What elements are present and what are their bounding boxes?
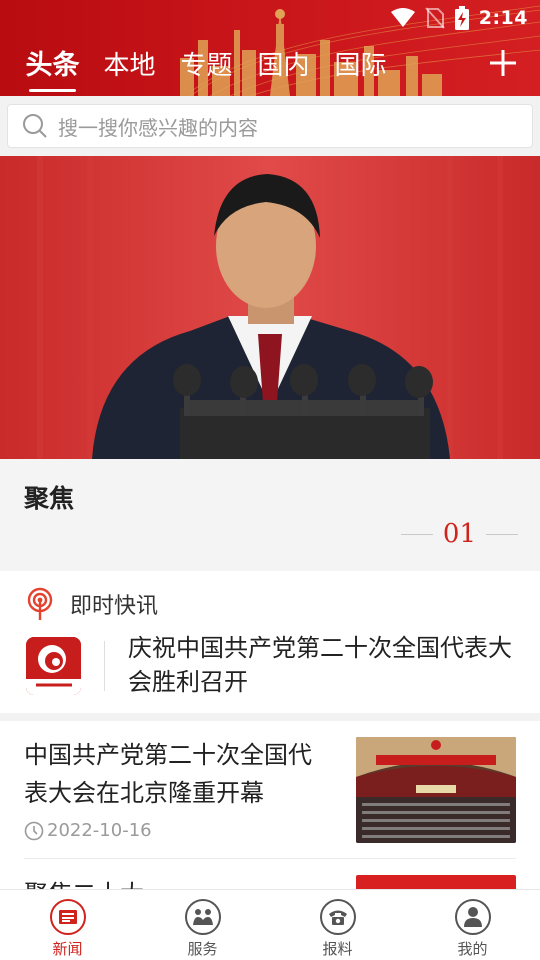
flash-news-title: 即时快讯 [70, 594, 159, 619]
search-bar: 搜一搜你感兴趣的内容 [0, 96, 540, 156]
carousel-indicator: 01 [400, 519, 518, 549]
news-list: 中国共产党第二十次全国代表大会在北京隆重开幕 2022-10-16 [0, 721, 540, 889]
search-icon [23, 114, 47, 138]
newspaper-logo-icon [26, 637, 81, 695]
status-bar: 2:14 [390, 4, 528, 32]
user-icon [454, 899, 491, 935]
news-date-text: 2022-10-16 [47, 820, 152, 841]
flash-news-header: 即时快讯 [26, 587, 158, 621]
focus-title: 聚焦 [24, 484, 75, 513]
flash-news-section: 即时快讯 庆祝中国共产党第二十次全国代表大会胜利召开 [0, 571, 540, 713]
search-placeholder: 搜一搜你感兴趣的内容 [58, 115, 258, 140]
nav-profile[interactable]: 我的 [405, 890, 540, 960]
broadcast-icon [27, 587, 53, 620]
no-sim-icon [424, 7, 445, 29]
app-header: 2:14 头条 本地 专题 国内 国际 [0, 0, 540, 96]
wifi-icon [390, 8, 415, 27]
battery-charging-icon [454, 6, 469, 30]
hero-photo [0, 156, 540, 459]
search-input[interactable]: 搜一搜你感兴趣的内容 [7, 104, 533, 148]
tab-headline[interactable]: 头条 [14, 46, 91, 92]
bottom-navigation: 新闻 服务 报料 我的 [0, 889, 540, 960]
hero-banner-image[interactable] [0, 156, 540, 459]
carousel-page-number: 01 [442, 519, 476, 549]
indicator-line-right [486, 533, 518, 535]
indicator-line-left [400, 533, 433, 535]
news-item[interactable]: 中国共产党第二十次全国代表大会在北京隆重开幕 2022-10-16 [24, 736, 516, 844]
newspaper-icon [49, 899, 86, 935]
focus-section: 聚焦 01 [0, 459, 540, 571]
flash-news-headline[interactable]: 庆祝中国共产党第二十次全国代表大会胜利召开 [128, 631, 523, 699]
nav-news-label: 新闻 [52, 940, 83, 958]
nav-services[interactable]: 服务 [135, 890, 270, 960]
news-item-title: 中国共产党第二十次全国代表大会在北京隆重开幕 [24, 741, 312, 807]
tab-local[interactable]: 本地 [91, 46, 168, 86]
tab-topics[interactable]: 专题 [168, 46, 245, 86]
nav-report-label: 报料 [322, 940, 353, 958]
tab-domestic[interactable]: 国内 [245, 46, 322, 86]
news-item-title-2[interactable]: 聚焦二十大 [24, 875, 144, 889]
news-separator [24, 858, 516, 859]
add-channel-icon[interactable] [488, 48, 518, 78]
news-item-thumbnail [356, 737, 516, 843]
tab-international[interactable]: 国际 [322, 46, 399, 86]
news-item-date: 2022-10-16 [24, 820, 152, 841]
nav-report[interactable]: 报料 [270, 890, 405, 960]
clock-icon [24, 821, 44, 840]
phone-icon [319, 899, 356, 935]
flash-divider [104, 641, 105, 691]
handshake-icon [184, 899, 221, 935]
nav-profile-label: 我的 [457, 940, 488, 958]
news-item-thumbnail-2 [356, 875, 516, 889]
nav-services-label: 服务 [187, 940, 218, 958]
channel-tabs: 头条 本地 专题 国内 国际 [0, 46, 399, 92]
nav-news[interactable]: 新闻 [0, 890, 135, 960]
status-time: 2:14 [478, 7, 528, 29]
